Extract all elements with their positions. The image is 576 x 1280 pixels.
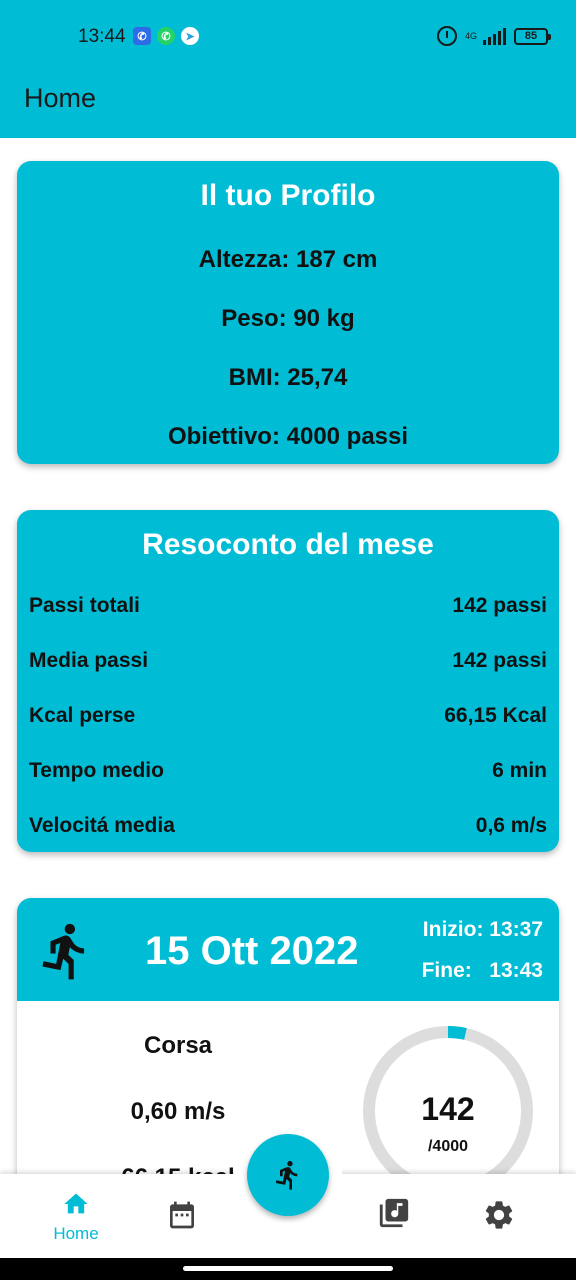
profile-goal: Obiettivo: 4000 passi — [167, 423, 409, 450]
notification-icons: ✆ ✆ ➤ — [133, 27, 199, 45]
profile-title: Il tuo Profilo — [200, 179, 376, 212]
nav-music[interactable] — [358, 1196, 430, 1230]
session-activity: Corsa — [143, 1032, 213, 1059]
session-date: 15 Ott 2022 — [145, 929, 359, 973]
profile-card: Il tuo Profilo Altezza: 187 cm Peso: 90 … — [17, 161, 559, 464]
nav-home[interactable]: Home — [40, 1190, 112, 1244]
calendar-icon — [170, 1201, 194, 1229]
stat-row-kcal: Kcal perse 66,15 Kcal — [29, 704, 547, 728]
app-bar: 13:44 ✆ ✆ ➤ 4G 85 Home — [0, 0, 576, 138]
status-right: 4G 85 — [436, 26, 551, 46]
telegram-icon: ➤ — [181, 27, 199, 45]
profile-weight: Peso: 90 kg — [221, 305, 355, 332]
screen: 13:44 ✆ ✆ ➤ 4G 85 Home Il tuo Profilo Al… — [0, 0, 576, 1280]
stat-row-avg-steps: Media passi 142 passi — [29, 649, 547, 673]
stat-row-avg-speed: Velocitá media 0,6 m/s — [29, 814, 547, 838]
stat-label: Tempo medio — [29, 759, 164, 782]
nav-home-label: Home — [53, 1224, 99, 1243]
month-summary-title: Resoconto del mese — [142, 528, 434, 561]
stat-label: Velocitá media — [29, 814, 175, 837]
session-steps: 142 — [421, 1091, 475, 1127]
session-goal: /4000 — [427, 1138, 469, 1155]
stat-value: 6 min — [492, 759, 547, 782]
run-icon — [275, 1160, 298, 1190]
battery-level: 85 — [524, 30, 538, 42]
alarm-icon — [436, 26, 457, 46]
page-title: Home — [24, 83, 97, 113]
stat-value: 66,15 Kcal — [444, 704, 547, 727]
network-type: 4G — [464, 30, 477, 41]
profile-height: Altezza: 187 cm — [198, 246, 378, 273]
session-speed: 0,60 m/s — [130, 1098, 226, 1125]
stat-value: 0,6 m/s — [475, 814, 547, 837]
stat-label: Media passi — [29, 649, 149, 672]
stat-value: 142 passi — [452, 649, 547, 672]
signal-icon — [483, 27, 506, 45]
stat-row-avg-time: Tempo medio 6 min — [29, 759, 547, 783]
month-summary-card: Resoconto del mese Passi totali 142 pass… — [17, 510, 559, 852]
gear-icon — [485, 1201, 513, 1229]
home-indicator[interactable] — [183, 1266, 393, 1271]
phone-app-icon: ✆ — [133, 27, 151, 45]
battery-icon: 85 — [514, 27, 551, 45]
whatsapp-icon: ✆ — [157, 27, 175, 45]
start-run-button[interactable] — [247, 1134, 329, 1216]
stat-label: Kcal perse — [29, 704, 136, 727]
profile-bmi: BMI: 25,74 — [228, 364, 348, 391]
session-end: Fine: 13:43 — [421, 959, 543, 982]
session-header: 15 Ott 2022 Inizio: 13:37 Fine: 13:43 — [17, 898, 559, 1001]
status-time: 13:44 — [78, 26, 126, 47]
nav-settings[interactable] — [463, 1198, 535, 1232]
stat-row-total-steps: Passi totali 142 passi — [29, 594, 547, 618]
stat-value: 142 passi — [452, 594, 547, 617]
nav-calendar[interactable] — [146, 1198, 218, 1232]
running-person-icon — [42, 923, 85, 980]
home-icon — [64, 1193, 88, 1214]
session-start: Inizio: 13:37 — [422, 918, 543, 941]
music-library-icon — [379, 1198, 409, 1228]
stat-label: Passi totali — [29, 594, 140, 617]
